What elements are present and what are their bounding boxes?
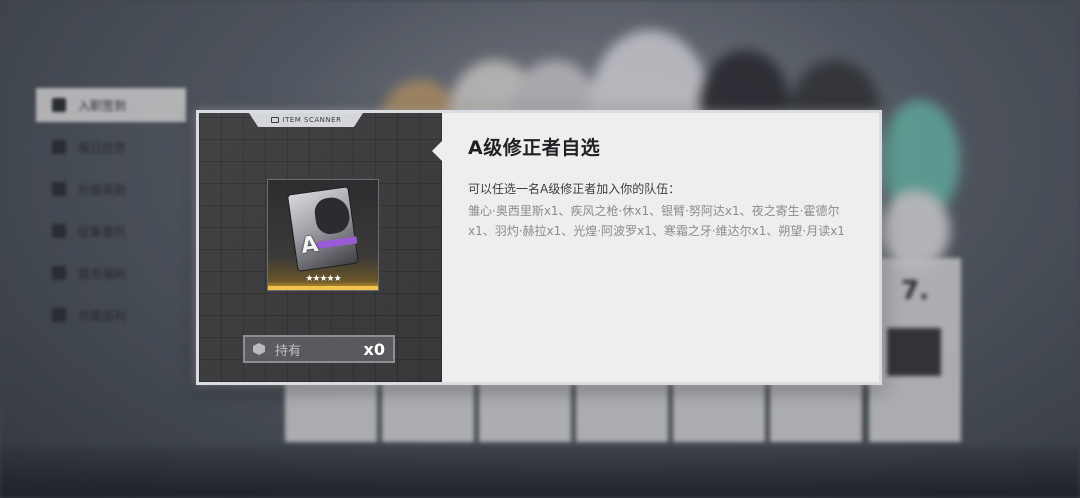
item-description-head: 可以任选一名A级修正者加入你的队伍： <box>468 182 681 196</box>
panel-pointer <box>432 141 442 161</box>
owned-count-box: 持有 x0 <box>243 335 395 363</box>
item-preview-panel: ITEM SCANNER A ★★★★★ 持有 x0 <box>199 113 442 382</box>
scanner-icon <box>270 117 279 123</box>
owned-count: x0 <box>363 339 385 359</box>
item-title: A级修正者自选 <box>468 137 601 159</box>
item-icon-frame: A ★★★★★ <box>267 179 379 291</box>
modifier-card-icon: A <box>286 186 360 272</box>
rarity-glow <box>268 286 378 290</box>
item-description-panel: A级修正者自选 可以任选一名A级修正者加入你的队伍： 雏心·奥西里斯x1、疾风之… <box>432 113 879 382</box>
rarity-stars: ★★★★★ <box>305 274 341 284</box>
item-description-body: 雏心·奥西里斯x1、疾风之枪·休x1、银臂·努阿达x1、夜之寄生·霍德尔x1、羽… <box>468 204 845 238</box>
item-scanner-tab: ITEM SCANNER <box>249 113 363 127</box>
owned-label: 持有 <box>275 343 302 359</box>
item-detail-modal: ITEM SCANNER A ★★★★★ 持有 x0 A级修正者自选 可以任选一… <box>196 110 882 385</box>
rank-letter: A <box>299 231 320 260</box>
cube-icon <box>253 343 265 355</box>
rank-stripe <box>316 236 358 249</box>
character-silhouette <box>312 195 352 236</box>
